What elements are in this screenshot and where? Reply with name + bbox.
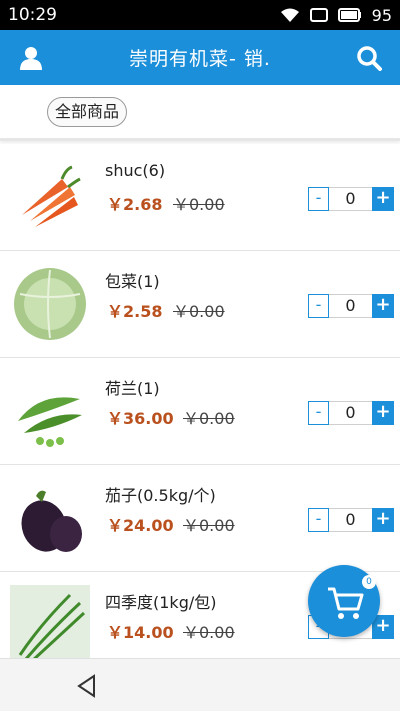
product-original-price: ￥0.00: [183, 516, 235, 535]
quantity-input[interactable]: 0: [329, 401, 372, 425]
status-bar: 10:29 95: [0, 0, 400, 30]
increase-button[interactable]: +: [372, 401, 394, 425]
product-name: 包菜(1): [105, 272, 160, 291]
product-price: ￥2.68: [107, 195, 163, 214]
carrot-image: [10, 157, 90, 237]
product-original-price: ￥0.00: [173, 302, 225, 321]
eggplant-image: [10, 478, 90, 558]
increase-button[interactable]: +: [372, 187, 394, 211]
page-title: 崇明有机菜- 销.: [129, 48, 271, 70]
decrease-button[interactable]: -: [308, 187, 329, 211]
quantity-stepper: - 0 +: [308, 508, 394, 532]
status-icons: 95: [280, 6, 392, 25]
increase-button[interactable]: +: [372, 508, 394, 532]
peas-image: [10, 371, 90, 451]
product-row[interactable]: 荷兰(1) ￥36.00 ￥0.00 - 0 +: [0, 358, 400, 465]
product-price: ￥2.58: [107, 302, 163, 321]
battery-icon: [337, 8, 361, 22]
category-chip-all[interactable]: 全部商品: [47, 97, 128, 127]
product-original-price: ￥0.00: [183, 409, 235, 428]
user-icon[interactable]: [18, 45, 44, 71]
app-header: 崇明有机菜- 销.: [0, 30, 400, 85]
product-original-price: ￥0.00: [183, 623, 235, 642]
product-row[interactable]: 茄子(0.5kg/个) ￥24.00 ￥0.00 - 0 +: [0, 465, 400, 572]
quantity-input[interactable]: 0: [329, 187, 372, 211]
product-name: 四季度(1kg/包): [105, 593, 217, 612]
quantity-input[interactable]: 0: [329, 294, 372, 318]
quantity-input[interactable]: 0: [329, 508, 372, 532]
product-price: ￥24.00: [107, 516, 174, 535]
quantity-stepper: - 0 +: [308, 294, 394, 318]
category-bar: 全部商品: [0, 85, 400, 141]
quantity-stepper: - 0 +: [308, 187, 394, 211]
system-nav-bar: [0, 658, 400, 711]
battery-level: 95: [371, 5, 392, 25]
product-row[interactable]: 包菜(1) ￥2.58 ￥0.00 - 0 +: [0, 251, 400, 358]
back-triangle-icon[interactable]: [74, 673, 100, 699]
wifi-icon: [280, 8, 299, 22]
search-icon[interactable]: [356, 45, 382, 71]
cabbage-image: [10, 264, 90, 344]
decrease-button[interactable]: -: [308, 294, 329, 318]
green-beans-image: [10, 585, 90, 658]
increase-button[interactable]: +: [372, 294, 394, 318]
quantity-stepper: - 0 +: [308, 401, 394, 425]
product-name: shuc(6): [105, 161, 166, 180]
status-time: 10:29: [8, 5, 57, 25]
window-icon: [309, 8, 328, 22]
product-price: ￥36.00: [107, 409, 174, 428]
cart-count-badge: 0: [362, 575, 376, 589]
product-price: ￥14.00: [107, 623, 174, 642]
cart-button[interactable]: 0: [308, 565, 380, 637]
product-name: 荷兰(1): [105, 379, 160, 398]
decrease-button[interactable]: -: [308, 508, 329, 532]
product-row[interactable]: shuc(6) ￥2.68 ￥0.00 - 0 +: [0, 144, 400, 251]
product-name: 茄子(0.5kg/个): [105, 486, 216, 505]
product-original-price: ￥0.00: [173, 195, 225, 214]
decrease-button[interactable]: -: [308, 401, 329, 425]
